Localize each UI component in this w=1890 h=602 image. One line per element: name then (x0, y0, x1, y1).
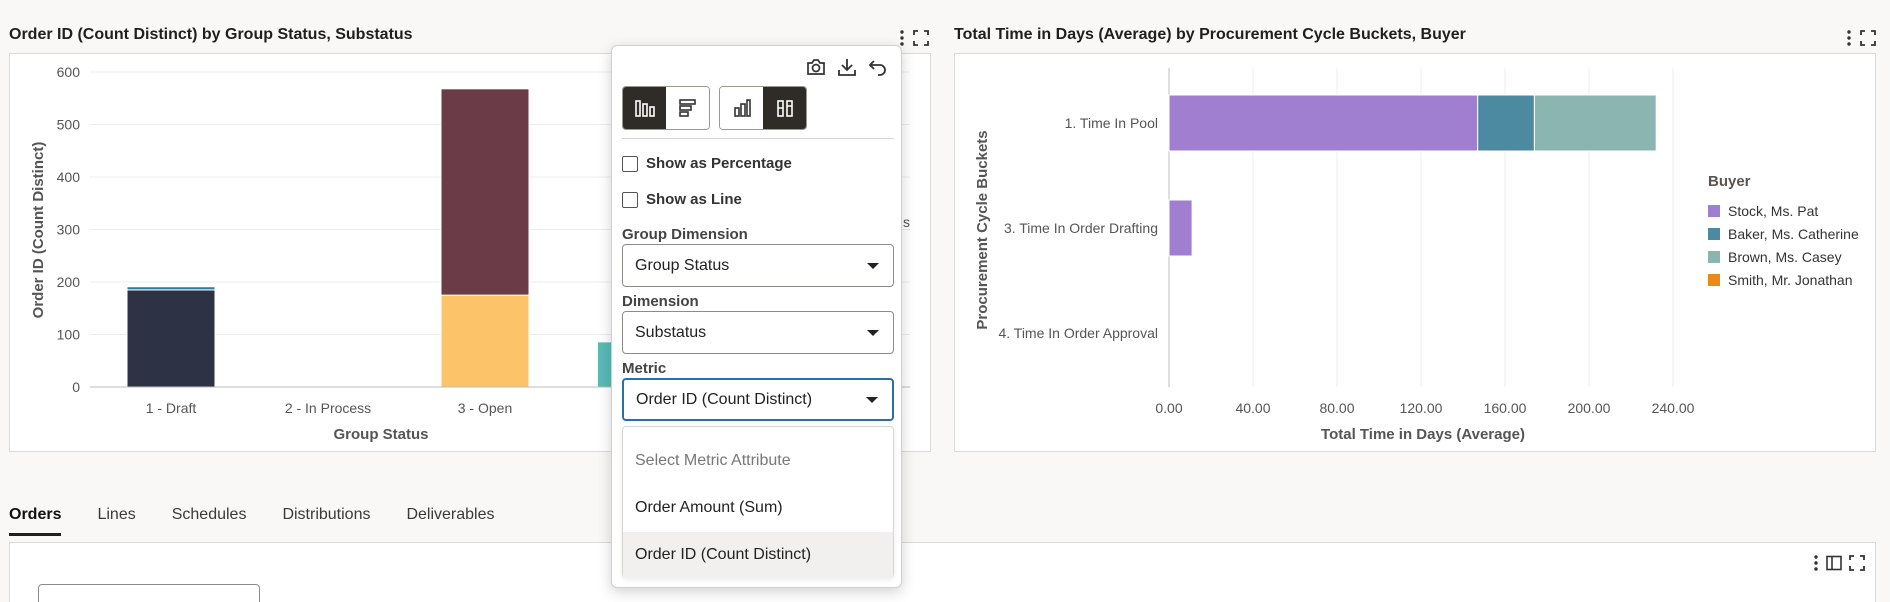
show-line-label: Show as Line (646, 191, 742, 208)
legend-label: Smith, Mr. Jonathan (1728, 272, 1853, 288)
stacked-bars-icon[interactable] (763, 87, 806, 129)
x-tick-label: 40.00 (1235, 400, 1270, 416)
dropdown-option-order-id[interactable]: Order ID (Count Distinct) (623, 532, 893, 578)
tab-deliverables[interactable]: Deliverables (406, 500, 494, 534)
stacking-toggle (719, 86, 807, 130)
y-tick-label: 600 (57, 64, 81, 80)
legend-swatch (1708, 251, 1720, 263)
legend-label: Stock, Ms. Pat (1728, 203, 1818, 219)
popup-divider (622, 138, 894, 139)
y-tick-label: 1. Time In Pool (1065, 115, 1158, 131)
legend-swatch (1708, 205, 1720, 217)
table-search-input[interactable] (38, 584, 260, 602)
grouped-bars-icon[interactable] (720, 87, 763, 129)
right-chart-title: Total Time in Days (Average) by Procurem… (954, 26, 1466, 43)
bar-segment (1533, 94, 1657, 152)
tab-schedules[interactable]: Schedules (172, 500, 247, 534)
legend-swatch (1708, 228, 1720, 240)
bar-segment (1168, 94, 1479, 152)
bar-segment (126, 286, 216, 291)
camera-icon[interactable] (804, 56, 828, 78)
left-chart-title: Order ID (Count Distinct) by Group Statu… (9, 26, 413, 43)
group-dimension-select[interactable]: Group Status (622, 244, 894, 287)
dimension-select[interactable]: Substatus (622, 311, 894, 354)
group-dimension-label: Group Dimension (622, 226, 748, 243)
right-expand-icon[interactable] (1858, 28, 1878, 48)
y-axis-title: Order ID (Count Distinct) (30, 142, 47, 319)
dropdown-header: Select Metric Attribute (635, 452, 791, 469)
bar-segment (440, 294, 530, 388)
x-tick-label: 80.00 (1319, 400, 1354, 416)
legend-title: Buyer (1708, 173, 1751, 190)
bar-segment (1168, 199, 1193, 257)
show-line-checkbox[interactable] (622, 191, 638, 208)
tab-distributions[interactable]: Distributions (282, 500, 370, 534)
right-chart-panel: 0.00 40.00 80.00 120.00 160.00 200.00 240.00 1.… (954, 53, 1876, 452)
show-line-row[interactable]: Show as Line (622, 191, 742, 208)
y-tick-label: 3. Time In Order Drafting (1004, 220, 1158, 236)
y-tick-label: 0 (72, 379, 80, 395)
undo-icon[interactable] (866, 56, 890, 78)
horizontal-bars-icon[interactable] (666, 87, 709, 129)
vertical-bars-icon[interactable] (623, 87, 666, 129)
chevron-down-icon (866, 396, 878, 403)
metric-dropdown-list: Select Metric Attribute Order Amount (Su… (622, 426, 894, 578)
y-tick-label: 300 (57, 222, 81, 238)
table-expand-icon[interactable] (1847, 553, 1867, 573)
legend-label: Brown, Ms. Casey (1728, 249, 1842, 265)
x-tick-label: 3 - Open (458, 400, 512, 416)
metric-select[interactable]: Order ID (Count Distinct) (622, 378, 894, 421)
left-chart-peek-label: s (903, 214, 910, 230)
tab-lines[interactable]: Lines (97, 500, 135, 534)
show-percentage-label: Show as Percentage (646, 155, 792, 172)
panel-layout-icon[interactable] (1824, 553, 1844, 573)
y-tick-label: 100 (57, 327, 81, 343)
x-axis-title: Group Status (333, 426, 428, 443)
x-tick-label: 160.00 (1484, 400, 1527, 416)
metric-value: Order ID (Count Distinct) (636, 390, 813, 408)
x-tick-label: 240.00 (1652, 400, 1695, 416)
orders-table-panel (9, 542, 1876, 602)
chevron-down-icon (867, 262, 879, 269)
x-tick-label: 0.00 (1155, 400, 1182, 416)
detail-tabs: Orders Lines Schedules Distributions Del… (9, 500, 531, 536)
x-tick-label: 1 - Draft (146, 400, 197, 416)
tab-orders[interactable]: Orders (9, 500, 62, 536)
legend-swatch (1708, 274, 1720, 286)
table-kebab-icon[interactable] (1810, 553, 1822, 573)
y-tick-label: 200 (57, 274, 81, 290)
left-expand-icon[interactable] (911, 28, 931, 48)
legend-label: Baker, Ms. Catherine (1728, 226, 1859, 242)
y-axis-title: Procurement Cycle Buckets (974, 130, 991, 329)
chart-settings-popup: Show as Percentage Show as Line Group Di… (611, 45, 902, 588)
download-icon[interactable] (835, 56, 859, 78)
x-tick-label: 200.00 (1568, 400, 1611, 416)
right-kebab-icon[interactable] (1842, 28, 1856, 48)
orientation-toggle (622, 86, 710, 130)
x-tick-label: 120.00 (1400, 400, 1443, 416)
right-chart-svg: 0.00 40.00 80.00 120.00 160.00 200.00 240.00 1.… (974, 68, 1859, 443)
show-percentage-checkbox[interactable] (622, 155, 638, 172)
bar-segment (126, 289, 216, 388)
x-tick-label: 2 - In Process (285, 400, 371, 416)
bar-segment (1477, 94, 1535, 152)
show-percentage-row[interactable]: Show as Percentage (622, 155, 792, 172)
dimension-value: Substatus (635, 323, 707, 341)
dropdown-option-order-amount[interactable]: Order Amount (Sum) (623, 485, 893, 531)
dimension-label: Dimension (622, 293, 699, 310)
y-tick-label: 400 (57, 169, 81, 185)
x-axis-title: Total Time in Days (Average) (1321, 426, 1525, 443)
group-dimension-value: Group Status (635, 256, 730, 274)
y-tick-label: 4. Time In Order Approval (998, 325, 1158, 341)
bar-segment (440, 88, 530, 296)
chevron-down-icon (867, 329, 879, 336)
metric-label: Metric (622, 360, 667, 377)
y-tick-label: 500 (57, 117, 81, 133)
